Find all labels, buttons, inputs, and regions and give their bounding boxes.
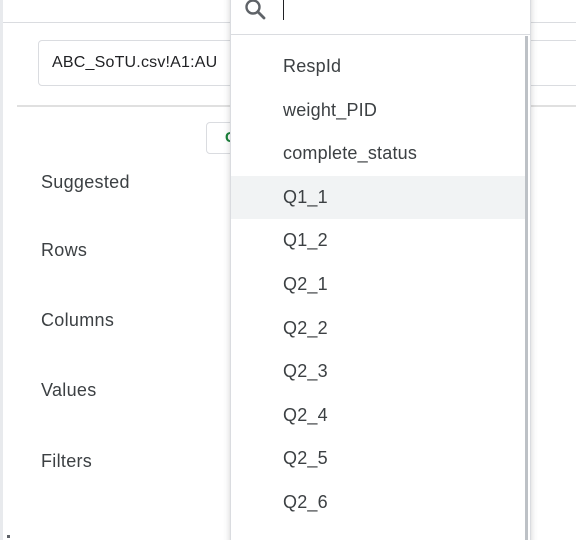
filters-label: Filters xyxy=(41,451,93,471)
field-option[interactable]: RespId xyxy=(231,45,527,89)
field-option[interactable]: complete_status xyxy=(231,132,527,176)
field-option[interactable]: Q2_6 xyxy=(231,481,527,525)
field-option[interactable]: Q2_4 xyxy=(231,394,527,438)
columns-label: Columns xyxy=(41,310,115,330)
field-picker-dropdown[interactable]: RespId weight_PID complete_status Q1_1 Q1_2 Q… xyxy=(230,0,531,540)
dropdown-scrollbar[interactable] xyxy=(525,36,528,540)
rows-label: Rows xyxy=(41,240,88,260)
field-option[interactable]: weight_PID xyxy=(231,89,527,133)
search-icon xyxy=(243,0,267,21)
field-option[interactable]: Q2_2 xyxy=(231,307,527,351)
panel-corner-mark xyxy=(7,535,10,538)
field-search-row xyxy=(231,0,530,35)
pivot-editor-page: ABC_SoTU.csv!A1:AU G Suggested Rows Colu… xyxy=(0,0,576,540)
field-option[interactable]: Q1_2 xyxy=(231,219,527,263)
values-label: Values xyxy=(41,380,97,400)
field-option[interactable]: Q2_3 xyxy=(231,350,527,394)
field-option[interactable]: Q2_1 xyxy=(231,263,527,307)
field-option[interactable]: Q2_5 xyxy=(231,437,527,481)
field-search-input[interactable] xyxy=(283,0,513,23)
panel-left-edge xyxy=(0,0,3,540)
text-caret xyxy=(283,0,284,20)
field-option[interactable]: Q1_1 xyxy=(231,175,527,220)
field-list: RespId weight_PID complete_status Q1_1 Q1_2 Q… xyxy=(231,45,527,525)
suggested-label: Suggested xyxy=(41,172,130,192)
